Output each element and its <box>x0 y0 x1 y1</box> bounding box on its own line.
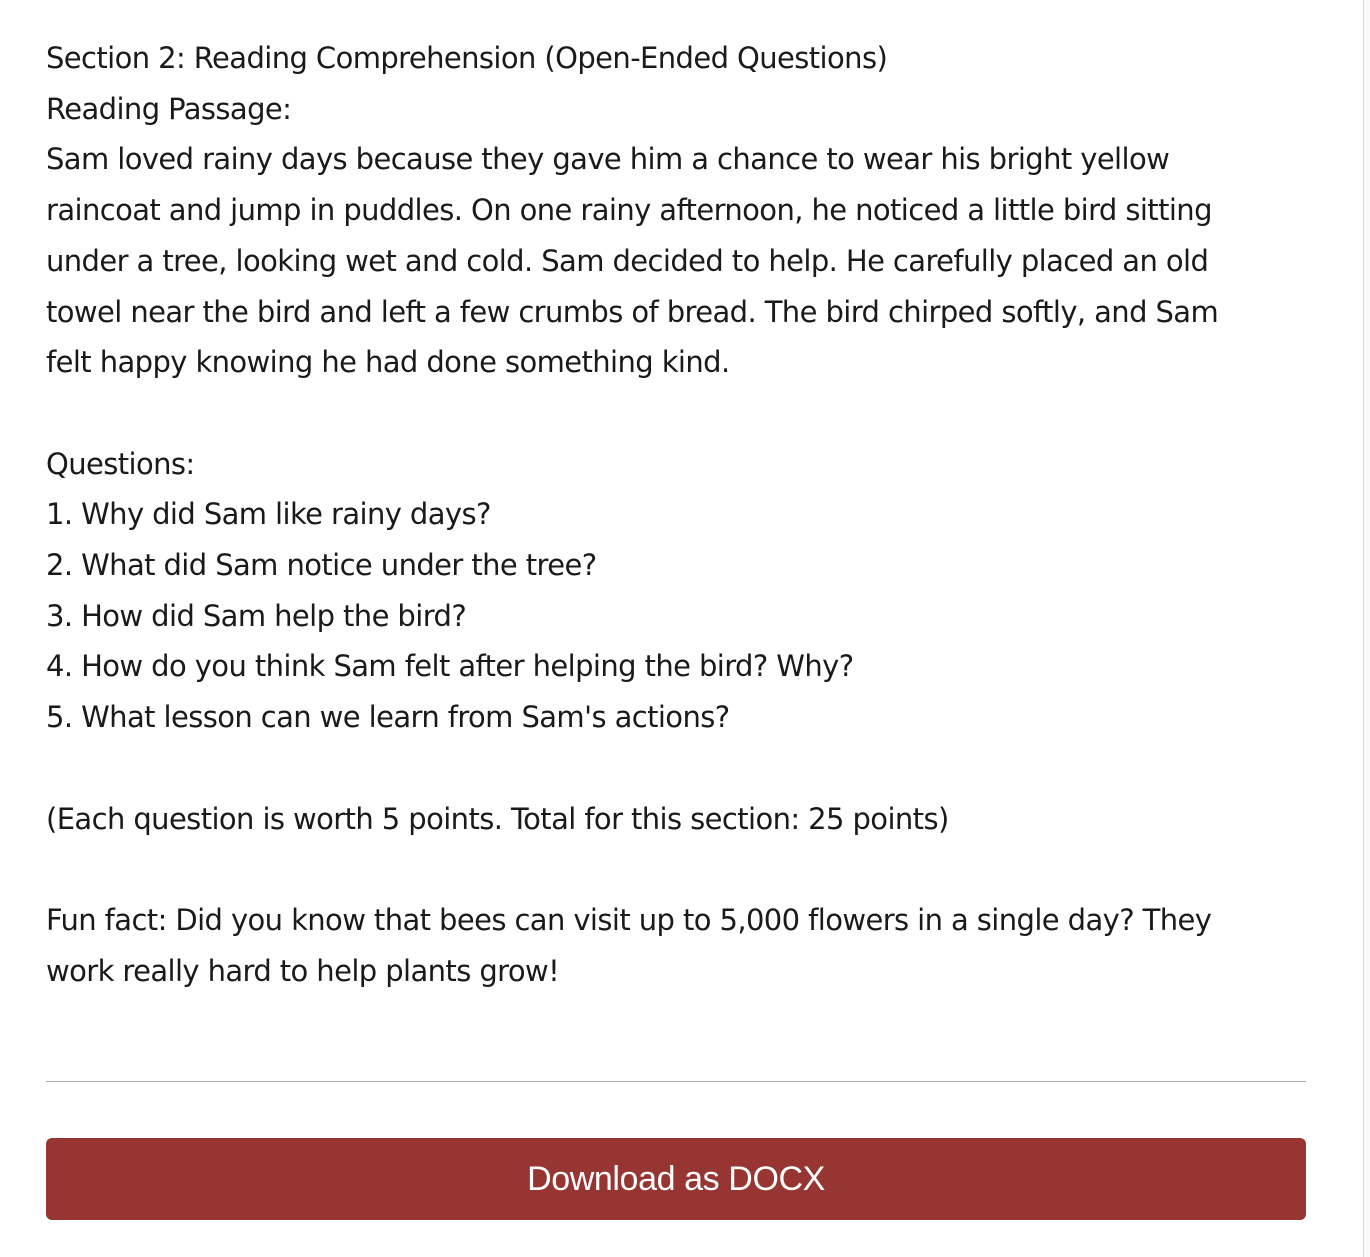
fun-fact-line: Fun fact: Did you know that bees can vis… <box>46 902 1212 937</box>
passage-line: raincoat and jump in puddles. On one rai… <box>46 193 1213 228</box>
scrollbar[interactable] <box>1363 0 1370 1257</box>
passage-line: under a tree, looking wet and cold. Sam … <box>46 243 1209 278</box>
download-docx-button[interactable]: Download as DOCX <box>46 1138 1306 1220</box>
question-list: 1. Why did Sam like rainy days? 2. What … <box>46 489 1308 743</box>
question-item: 1. Why did Sam like rainy days? <box>46 497 491 532</box>
question-item: 4. How do you think Sam felt after helpi… <box>46 649 854 684</box>
passage-label: Reading Passage: <box>46 91 292 126</box>
divider <box>46 1081 1306 1082</box>
passage-line: felt happy knowing he had done something… <box>46 345 730 380</box>
reading-passage: Sam loved rainy days because they gave h… <box>46 134 1308 388</box>
section-title: Section 2: Reading Comprehension (Open-E… <box>46 41 888 75</box>
fun-fact-line: work really hard to help plants grow! <box>46 953 560 988</box>
worksheet-content: Section 2: Reading Comprehension (Open-E… <box>46 33 1308 996</box>
points-note: (Each question is worth 5 points. Total … <box>46 801 949 836</box>
questions-label: Questions: <box>46 446 195 481</box>
passage-line: towel near the bird and left a few crumb… <box>46 294 1219 329</box>
question-item: 5. What lesson can we learn from Sam's a… <box>46 700 730 735</box>
question-item: 3. How did Sam help the bird? <box>46 598 467 633</box>
fun-fact: Fun fact: Did you know that bees can vis… <box>46 895 1308 996</box>
question-item: 2. What did Sam notice under the tree? <box>46 548 597 583</box>
passage-line: Sam loved rainy days because they gave h… <box>46 142 1170 177</box>
